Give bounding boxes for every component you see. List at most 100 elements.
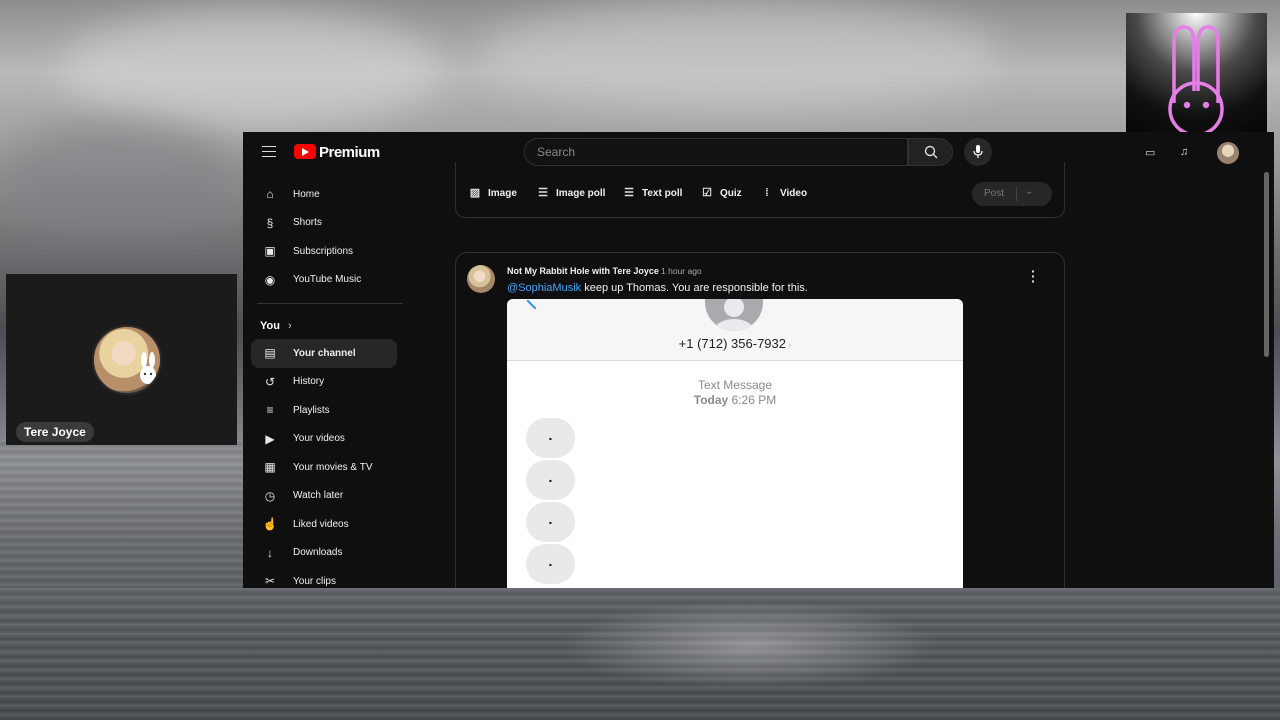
- post-mention-link[interactable]: @SophiaMusik: [507, 282, 581, 294]
- sidebar-item-label: Downloads: [293, 547, 343, 559]
- sidebar-item-label: Your clips: [293, 575, 336, 587]
- post-tool-image-poll[interactable]: ☰ Image poll: [536, 187, 605, 199]
- message-day: Today: [693, 393, 729, 407]
- sidebar-divider: [257, 303, 403, 304]
- sidebar-you-heading[interactable]: You ›: [251, 313, 411, 339]
- youtube-logo-icon[interactable]: [294, 144, 316, 159]
- post-tool-image[interactable]: ▨ Image: [468, 187, 517, 199]
- movies-icon: ▦: [264, 460, 276, 475]
- history-icon: ↺: [264, 374, 276, 389]
- sidebar-item-label: Watch later: [293, 490, 344, 502]
- chevron-right-icon: ›: [287, 320, 292, 332]
- bubble-text: .: [548, 511, 553, 527]
- account-avatar[interactable]: [1217, 142, 1239, 164]
- clock-icon: ◷: [264, 488, 276, 503]
- sidebar-item-playlists[interactable]: ≡ Playlists: [251, 396, 397, 425]
- sidebar-item-label: Your movies & TV: [293, 461, 373, 473]
- video-icon: ⁞: [765, 187, 769, 199]
- sidebar-item-home[interactable]: ⌂ Home: [251, 180, 397, 209]
- phone-number-text: +1 (712) 356-7932: [678, 336, 786, 351]
- post-button-label: Post: [984, 188, 1005, 199]
- message-time-line: Today 6:26 PM: [507, 393, 963, 408]
- sidebar: ⌂ Home § Shorts ▣ Subscriptions ◉ YouTub…: [251, 180, 411, 588]
- sidebar-item-watch-later[interactable]: ◷ Watch later: [251, 482, 397, 511]
- post-tool-label: Video: [780, 187, 808, 199]
- home-icon: ⌂: [266, 187, 274, 202]
- sidebar-item-your-movies-tv[interactable]: ▦ Your movies & TV: [251, 453, 397, 482]
- microphone-icon: [973, 145, 983, 158]
- sidebar-item-downloads[interactable]: ↓ Downloads: [251, 539, 397, 568]
- post-tool-text-poll[interactable]: ☰ Text poll: [622, 187, 682, 199]
- background-glint: [560, 600, 940, 690]
- author-avatar[interactable]: [467, 265, 495, 293]
- post-button[interactable]: Post ⌄: [972, 182, 1052, 206]
- sidebar-item-label: History: [293, 376, 325, 388]
- background-water-left: [0, 440, 243, 588]
- post-body: keep up Thomas. You are responsible for …: [581, 282, 808, 294]
- post-tool-label: Quiz: [720, 187, 742, 199]
- create-post-card: ▨ Image ☰ Image poll ☰ Text poll ☑ Quiz …: [455, 162, 1065, 218]
- message-bubble: .: [526, 502, 575, 542]
- message-time: 6:26 PM: [731, 393, 777, 407]
- music-icon: ◉: [264, 272, 276, 287]
- post-button-divider: [1016, 187, 1017, 201]
- sidebar-item-label: Shorts: [293, 217, 322, 229]
- post-tool-label: Image poll: [556, 187, 606, 199]
- videos-icon: ▶: [265, 431, 275, 446]
- chevron-right-icon: ›: [788, 340, 792, 351]
- sidebar-item-label: Liked videos: [293, 518, 349, 530]
- background-cloud: [480, 0, 1000, 110]
- sidebar-item-shorts[interactable]: § Shorts: [251, 209, 397, 238]
- message-bubble: .: [526, 418, 575, 458]
- sidebar-item-label: YouTube Music: [293, 274, 362, 286]
- sidebar-item-label: Playlists: [293, 404, 330, 416]
- post-time[interactable]: 1 hour ago: [661, 266, 702, 276]
- playlists-icon: ≡: [266, 403, 274, 418]
- sidebar-item-label: Your channel: [293, 347, 356, 359]
- sidebar-item-your-channel[interactable]: ▤ Your channel: [251, 339, 397, 368]
- bubble-text: .: [548, 427, 553, 443]
- search-icon: [924, 145, 937, 159]
- sidebar-item-your-videos[interactable]: ▶ Your videos: [251, 425, 397, 454]
- bubble-text: .: [548, 469, 553, 485]
- channel-icon: ▤: [264, 346, 276, 361]
- contact-phone-number: +1 (712) 356-7932 ›: [507, 336, 963, 351]
- sidebar-item-subscriptions[interactable]: ▣ Subscriptions: [251, 237, 397, 266]
- youtube-brand[interactable]: Premium: [319, 144, 380, 161]
- image-icon: ▨: [469, 187, 481, 199]
- background-cloud: [60, 10, 440, 130]
- quiz-icon: ☑: [702, 187, 712, 199]
- post-text: @SophiaMusik keep up Thomas. You are res…: [507, 282, 808, 294]
- scrollbar-thumb[interactable]: [1264, 172, 1269, 357]
- message-header: +1 (712) 356-7932 ›: [507, 299, 963, 361]
- post-image[interactable]: +1 (712) 356-7932 › Text Message Today 6:…: [507, 299, 963, 588]
- post-tool-label: Image: [488, 187, 517, 199]
- image-poll-icon: ☰: [538, 187, 548, 199]
- shorts-icon: §: [266, 215, 274, 230]
- download-icon: ↓: [267, 545, 273, 560]
- message-bubble: .: [526, 460, 575, 500]
- contact-avatar-icon: [705, 299, 763, 331]
- more-options-icon[interactable]: · · ·: [1031, 264, 1036, 288]
- post-author[interactable]: Not My Rabbit Hole with Tere Joyce: [507, 266, 659, 276]
- sidebar-item-liked-videos[interactable]: ☝ Liked videos: [251, 510, 397, 539]
- bubble-text: .: [548, 553, 553, 569]
- post-tool-quiz[interactable]: ☑ Quiz: [700, 187, 742, 199]
- presenter-name-tag: Tere Joyce: [16, 422, 94, 442]
- scissors-icon: ✂: [264, 574, 276, 588]
- menu-icon[interactable]: [262, 146, 276, 157]
- presenter-avatar: [92, 325, 162, 395]
- sidebar-item-your-clips[interactable]: ✂ Your clips: [251, 567, 397, 588]
- subscriptions-icon: ▣: [264, 244, 276, 259]
- post-tool-video[interactable]: ⁞ Video: [760, 187, 807, 199]
- text-poll-icon: ☰: [624, 187, 634, 199]
- chevron-down-icon[interactable]: ⌄: [1025, 186, 1033, 197]
- notifications-icon[interactable]: ♫: [1180, 146, 1194, 158]
- you-heading-label: You: [260, 320, 280, 332]
- create-icon[interactable]: ▭: [1145, 146, 1159, 159]
- scrollbar[interactable]: [1262, 172, 1270, 588]
- sidebar-item-youtube-music[interactable]: ◉ YouTube Music: [251, 266, 397, 295]
- sidebar-item-label: Your videos: [293, 433, 345, 445]
- post-tool-label: Text poll: [642, 187, 683, 199]
- sidebar-item-history[interactable]: ↺ History: [251, 368, 397, 397]
